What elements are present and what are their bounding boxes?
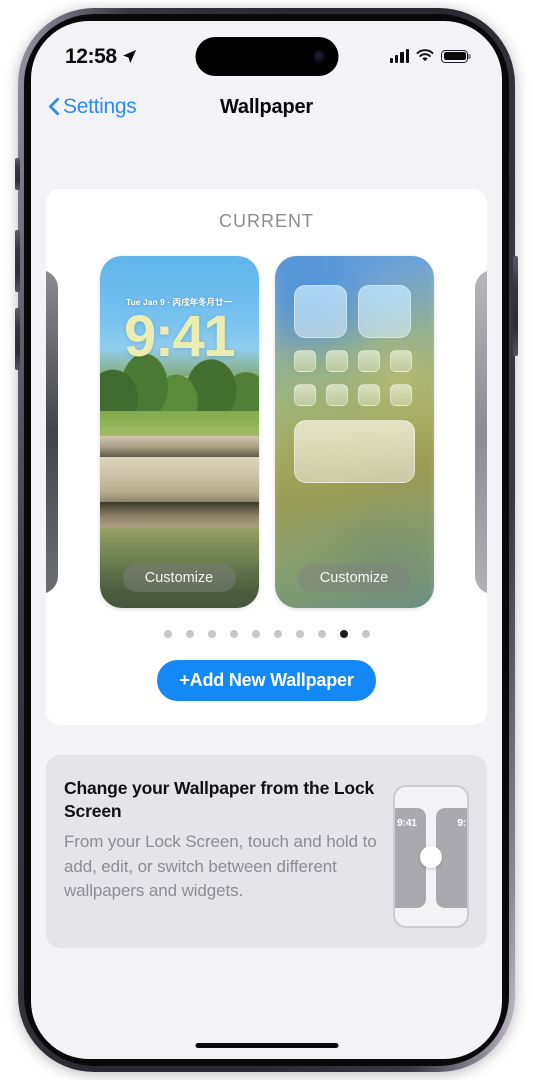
- illustration-time-right: 9:: [457, 817, 466, 829]
- add-new-wallpaper-button[interactable]: +Add New Wallpaper: [157, 660, 376, 701]
- wifi-icon: [416, 49, 434, 62]
- volume-down-button[interactable]: [15, 308, 20, 370]
- homescreen-app-icon[interactable]: [357, 350, 380, 372]
- homescreen-app-icon[interactable]: [293, 384, 316, 406]
- info-card-text: Change your Wallpaper from the Lock Scre…: [64, 777, 379, 928]
- home-indicator[interactable]: [195, 1042, 338, 1048]
- phone-screen: 12:58 Settings Wallpaper CURRENT Tue Jan…: [31, 21, 502, 1059]
- homescreen-app-icon[interactable]: [293, 350, 316, 372]
- homescreen-icon-row: [293, 350, 415, 372]
- carousel-page-dot[interactable]: [251, 630, 260, 638]
- dynamic-island[interactable]: [195, 37, 338, 76]
- carousel-page-dot[interactable]: [295, 630, 304, 638]
- homescreen-widget-row: [293, 285, 415, 338]
- homescreen-app-grid: [275, 256, 434, 608]
- carousel-page-dot[interactable]: [163, 630, 172, 638]
- settings-content: CURRENT Tue Jan 9 · 丙戌年冬月廿一 9:41 Customi…: [31, 131, 502, 1059]
- carousel-peek-previous[interactable]: [46, 270, 58, 594]
- volume-up-button[interactable]: [15, 230, 20, 292]
- illustration-touch-dot: [420, 845, 442, 868]
- homescreen-app-icon[interactable]: [389, 350, 412, 372]
- status-bar-indicators: [389, 49, 471, 63]
- carousel-page-dot[interactable]: [207, 630, 216, 638]
- carousel-page-dot[interactable]: [273, 630, 282, 638]
- carousel-page-dot[interactable]: [229, 630, 238, 638]
- current-wallpaper-card: CURRENT Tue Jan 9 · 丙戌年冬月廿一 9:41 Customi…: [46, 189, 487, 725]
- info-card-title: Change your Wallpaper from the Lock Scre…: [64, 778, 375, 822]
- carousel-page-dot[interactable]: [185, 630, 194, 638]
- lock-screen-swipe-illustration: 9:41 9:: [393, 785, 469, 928]
- carousel-page-dot[interactable]: [317, 630, 326, 638]
- mute-switch-button[interactable]: [15, 158, 20, 190]
- homescreen-app-icon[interactable]: [325, 384, 348, 406]
- lockscreen-clock: 9:41: [123, 304, 236, 369]
- cellular-signal-icon: [389, 49, 409, 63]
- customize-lock-screen-button[interactable]: Customize: [122, 564, 236, 592]
- current-section-label: CURRENT: [219, 211, 314, 231]
- back-button-settings[interactable]: Settings: [49, 95, 137, 119]
- homescreen-icon-row: [293, 384, 415, 406]
- illustration-time-left: 9:41: [397, 817, 417, 829]
- status-bar-time: 12:58: [65, 44, 117, 68]
- carousel-page-dot[interactable]: [361, 630, 370, 638]
- chevron-left-icon: [49, 98, 60, 117]
- iphone-device-frame: 12:58 Settings Wallpaper CURRENT Tue Jan…: [15, 8, 518, 1072]
- back-button-label: Settings: [63, 95, 137, 118]
- homescreen-app-icon[interactable]: [325, 350, 348, 372]
- front-camera-icon: [313, 50, 325, 63]
- homescreen-app-icon[interactable]: [357, 384, 380, 406]
- carousel-page-dot[interactable]: [339, 630, 348, 638]
- wallpaper-carousel[interactable]: Tue Jan 9 · 丙戌年冬月廿一 9:41 Customize Custo…: [46, 256, 487, 608]
- location-arrow-icon: [122, 49, 137, 64]
- home-screen-preview[interactable]: Customize: [274, 256, 434, 608]
- homescreen-widget[interactable]: [293, 285, 347, 338]
- carousel-peek-next[interactable]: [475, 270, 487, 594]
- homescreen-widget[interactable]: [357, 285, 411, 338]
- lock-screen-preview[interactable]: Tue Jan 9 · 丙戌年冬月廿一 9:41 Customize: [99, 256, 259, 608]
- homescreen-large-widget[interactable]: [293, 420, 415, 483]
- info-card: Change your Wallpaper from the Lock Scre…: [46, 755, 487, 948]
- power-button[interactable]: [513, 256, 518, 356]
- carousel-page-dots[interactable]: [46, 630, 487, 638]
- info-card-body: From your Lock Screen, touch and hold to…: [64, 832, 377, 901]
- navigation-bar: Settings Wallpaper: [31, 83, 502, 131]
- homescreen-app-icon[interactable]: [389, 384, 412, 406]
- customize-home-screen-button[interactable]: Customize: [297, 564, 411, 592]
- battery-icon: [441, 49, 471, 63]
